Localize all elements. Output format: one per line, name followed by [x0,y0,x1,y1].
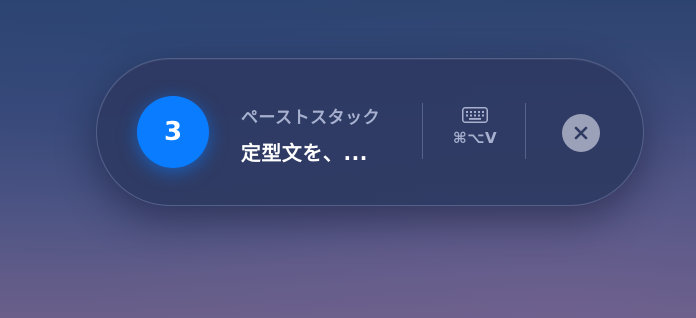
divider [422,103,423,159]
shortcut-keys: ⌘⌥V [452,129,498,147]
divider [525,103,526,159]
paste-stack-preview: 定型文を、... [241,141,368,165]
paste-shortcut[interactable]: ⌘⌥V [445,107,505,159]
item-count-badge: 3 [137,96,209,168]
close-icon [574,126,588,140]
paste-stack-title: ペーストスタック [241,108,381,128]
close-button[interactable] [562,114,600,152]
paste-stack-info: ペーストスタック 定型文を、... [241,103,411,166]
keyboard-icon [462,107,488,123]
paste-stack-panel: 3 ペーストスタック 定型文を、... ⌘⌥V [96,58,644,206]
